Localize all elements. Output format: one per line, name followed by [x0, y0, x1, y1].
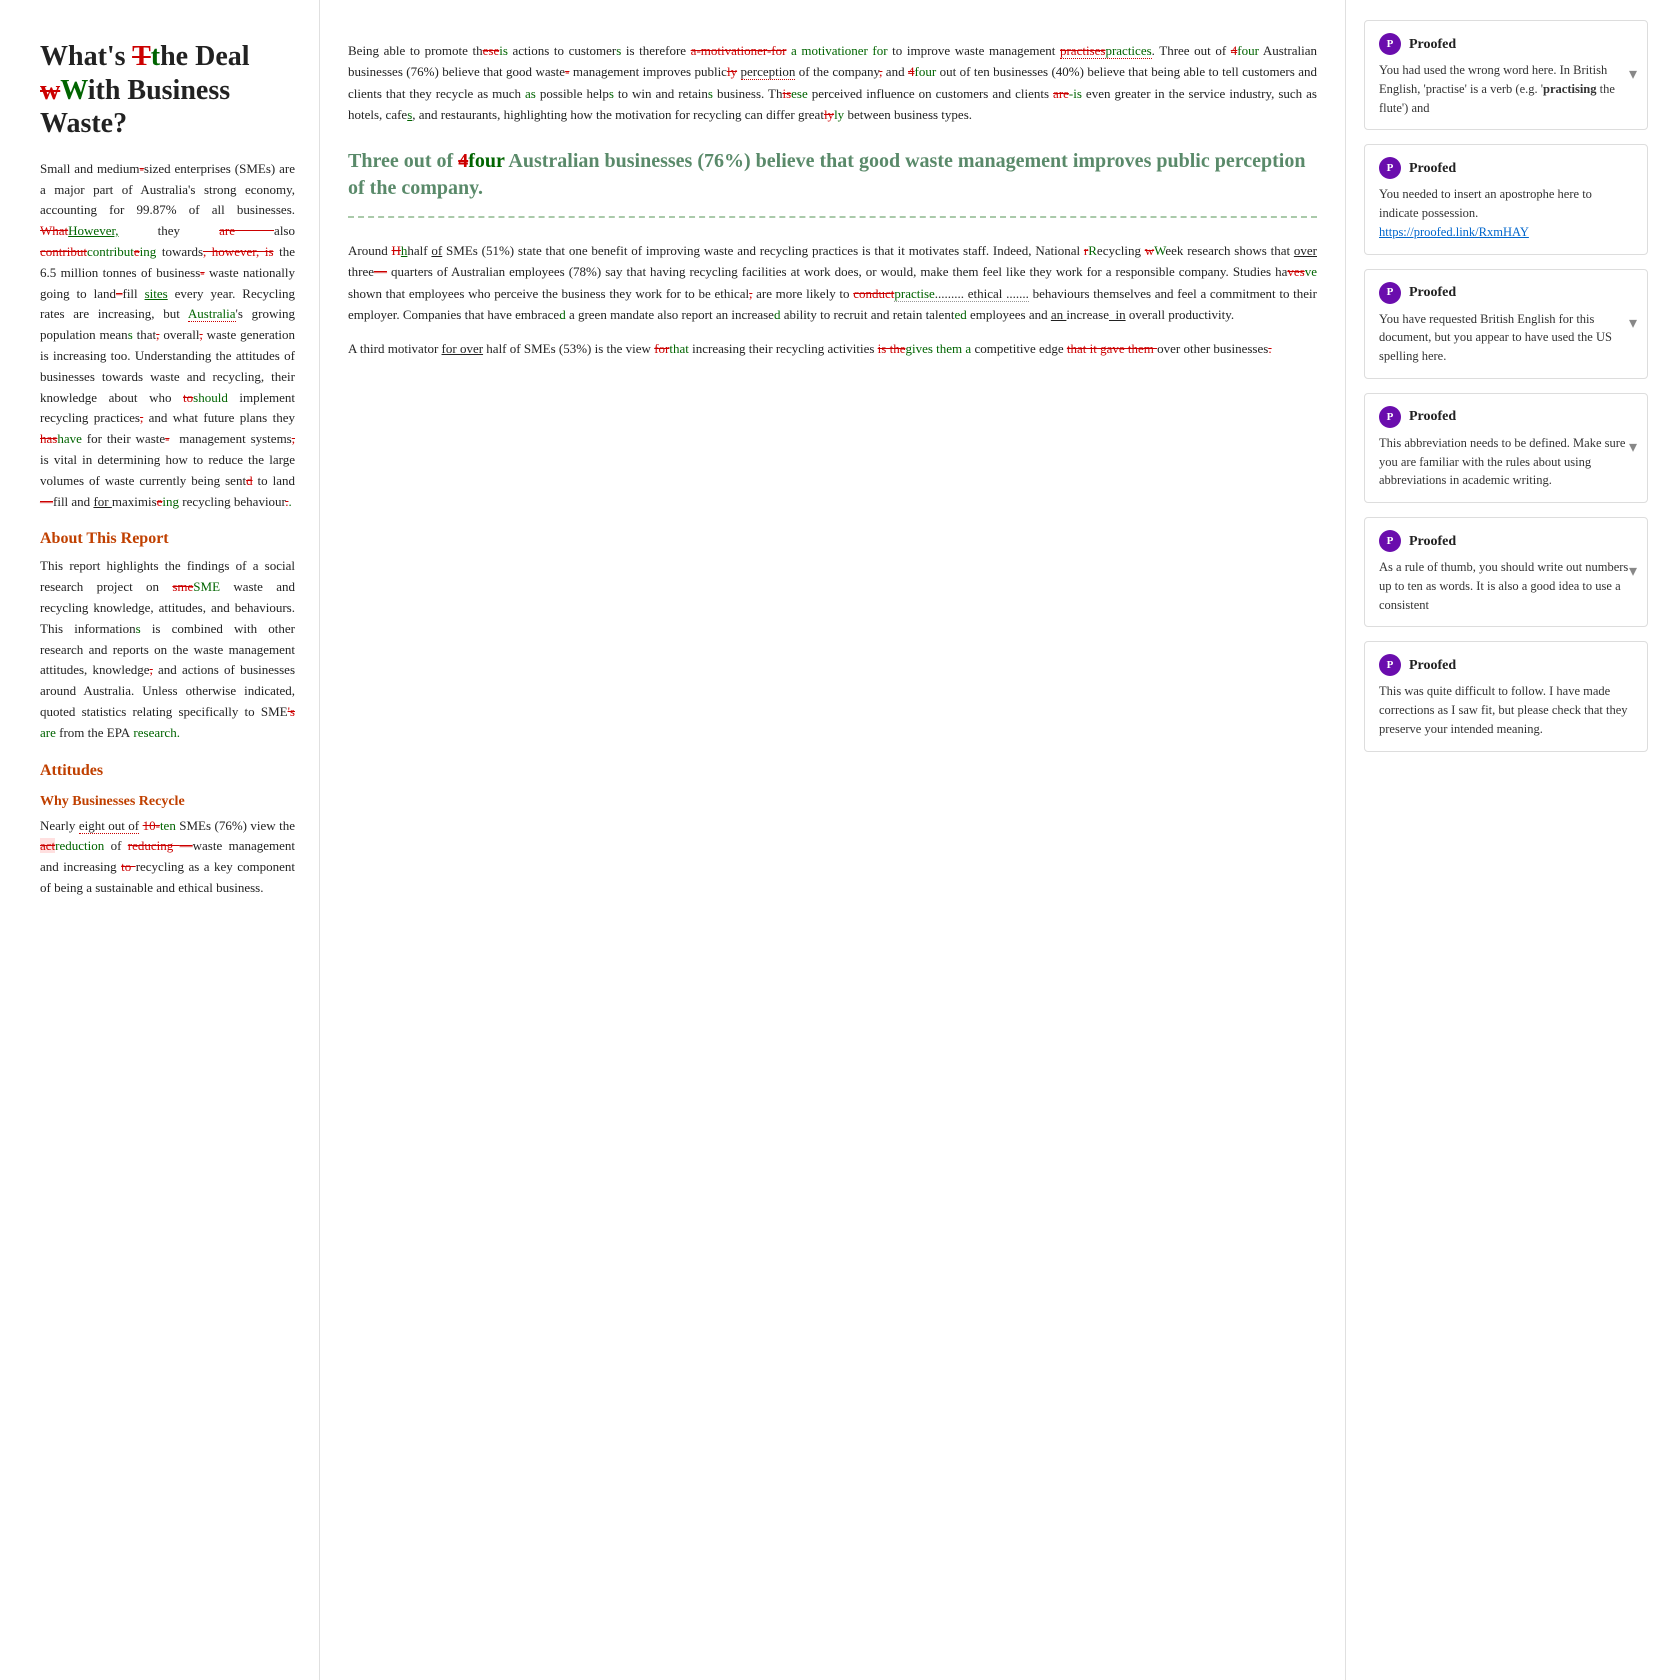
proof-card-6: P Proofed This was quite difficult to fo… — [1364, 641, 1648, 751]
proof-title-3: Proofed — [1409, 282, 1456, 303]
proof-text-4: This abbreviation needs to be defined. M… — [1379, 434, 1633, 490]
proof-header-2: P Proofed — [1379, 157, 1633, 179]
proof-title-4: Proofed — [1409, 406, 1456, 427]
proof-badge-3: P — [1379, 282, 1401, 304]
proof-badge-2: P — [1379, 157, 1401, 179]
proof-card-2: P Proofed You needed to insert an apostr… — [1364, 144, 1648, 254]
title-del-T: T — [132, 41, 151, 72]
proof-text-6: This was quite difficult to follow. I ha… — [1379, 682, 1633, 738]
proof-text-1: You had used the wrong word here. In Bri… — [1379, 61, 1633, 117]
right-column: P Proofed You had used the wrong word he… — [1346, 0, 1666, 1680]
about-heading: About This Report — [40, 530, 295, 548]
page-container: What's Tthe Deal wWith Business Waste? S… — [0, 0, 1666, 1680]
chevron-down-icon-5[interactable]: ▾ — [1629, 560, 1637, 584]
proof-header-1: P Proofed — [1379, 33, 1633, 55]
chevron-down-icon-3[interactable]: ▾ — [1629, 312, 1637, 336]
proof-card-5: P Proofed As a rule of thumb, you should… — [1364, 517, 1648, 627]
mid-p2: Around Hhhalf of SMEs (51%) state that o… — [348, 240, 1317, 326]
proof-header-5: P Proofed — [1379, 530, 1633, 552]
about-paragraph: This report highlights the findings of a… — [40, 556, 295, 743]
proof-card-4: P Proofed This abbreviation needs to be … — [1364, 393, 1648, 503]
main-title: What's Tthe Deal wWith Business Waste? — [40, 40, 295, 141]
proof-header-4: P Proofed — [1379, 406, 1633, 428]
proof-badge-4: P — [1379, 406, 1401, 428]
why-paragraph: Nearly eight out of 10-ten SMEs (76%) vi… — [40, 816, 295, 899]
left-column: What's Tthe Deal wWith Business Waste? S… — [0, 0, 320, 1680]
proof-text-2: You needed to insert an apostrophe here … — [1379, 185, 1633, 241]
proof-header-6: P Proofed — [1379, 654, 1633, 676]
proof-badge-5: P — [1379, 530, 1401, 552]
middle-column: Being able to promote theseis actions to… — [320, 0, 1346, 1680]
proof-text-5: As a rule of thumb, you should write out… — [1379, 558, 1633, 614]
proof-link-2[interactable]: https://proofed.link/RxmHAY — [1379, 225, 1529, 239]
why-businesses-heading: Why Businesses Recycle — [40, 794, 295, 810]
intro-paragraph: Small and medium-sized enterprises (SMEs… — [40, 159, 295, 513]
proof-title-1: Proofed — [1409, 34, 1456, 55]
proof-text-3: You have requested British English for t… — [1379, 310, 1633, 366]
proof-header-3: P Proofed — [1379, 282, 1633, 304]
proof-card-1: P Proofed You had used the wrong word he… — [1364, 20, 1648, 130]
title-ins-W: W — [60, 75, 88, 106]
pullquote: Three out of 4four Australian businesses… — [348, 148, 1317, 218]
proof-badge-6: P — [1379, 654, 1401, 676]
proof-title-5: Proofed — [1409, 531, 1456, 552]
proof-card-3: P Proofed You have requested British Eng… — [1364, 269, 1648, 379]
title-ins-t: t — [151, 41, 160, 72]
title-del-w: w — [40, 75, 60, 106]
proof-title-2: Proofed — [1409, 158, 1456, 179]
chevron-down-icon-1[interactable]: ▾ — [1629, 63, 1637, 87]
mid-p3: A third motivator for over half of SMEs … — [348, 338, 1317, 359]
proof-title-6: Proofed — [1409, 655, 1456, 676]
attitudes-heading: Attitudes — [40, 762, 295, 780]
mid-p1: Being able to promote theseis actions to… — [348, 40, 1317, 126]
proof-badge-1: P — [1379, 33, 1401, 55]
chevron-down-icon-4[interactable]: ▾ — [1629, 436, 1637, 460]
